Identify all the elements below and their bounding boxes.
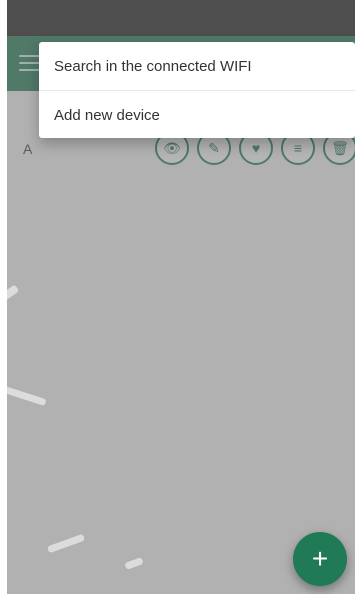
device-screen: A 👁 ✎ ♥ ≡ 🗑 bbox=[7, 0, 355, 594]
menu-item-add-device[interactable]: Add new device bbox=[39, 91, 355, 139]
add-fab-button[interactable]: + bbox=[293, 532, 347, 586]
app-frame: A 👁 ✎ ♥ ≡ 🗑 bbox=[0, 0, 357, 594]
overflow-menu: Search in the connected WIFI Add new dev… bbox=[39, 42, 355, 138]
menu-item-search-wifi[interactable]: Search in the connected WIFI bbox=[39, 42, 355, 90]
plus-icon: + bbox=[311, 543, 329, 574]
